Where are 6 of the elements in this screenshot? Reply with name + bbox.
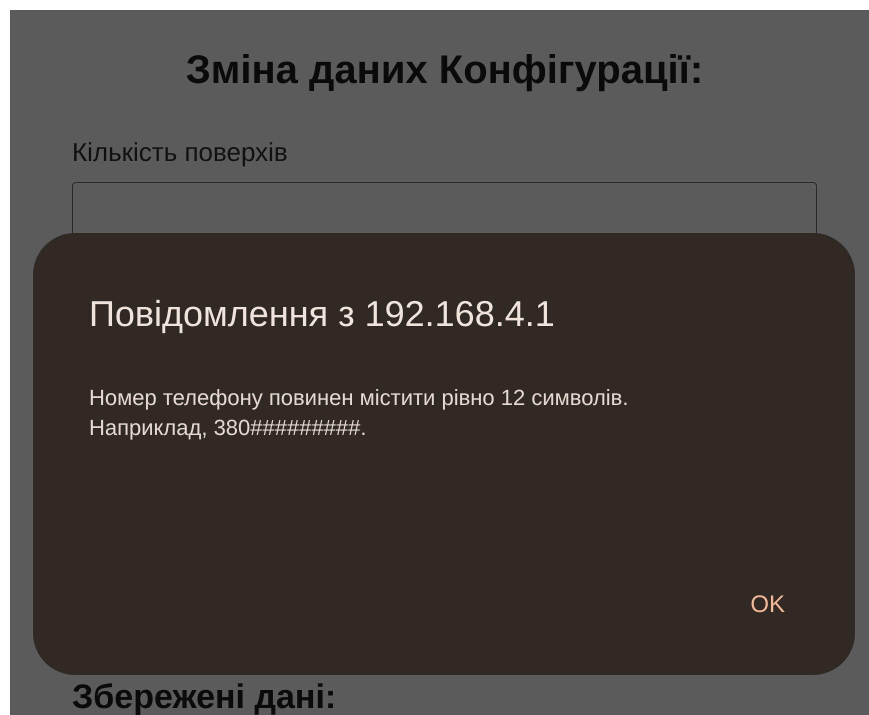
ok-button[interactable]: OK (738, 585, 797, 625)
page-title: Зміна даних Конфігурації: (184, 48, 704, 93)
dialog-title: Повідомлення з 192.168.4.1 (89, 293, 556, 335)
section-heading: Збережені дані: (72, 680, 338, 714)
dialog-message: Номер телефону повинен містити рівно 12 символів. Наприклад, 380#########. (89, 384, 630, 442)
field-label: Кількість поверхів (72, 137, 289, 168)
